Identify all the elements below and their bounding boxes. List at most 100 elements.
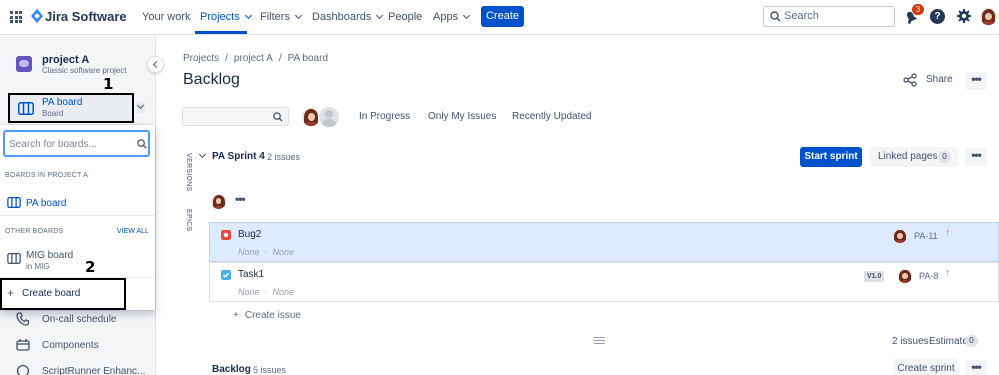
issue-key[interactable]: PA-11 bbox=[914, 231, 938, 241]
nav-filters[interactable]: Filters bbox=[260, 11, 302, 23]
view-all-link[interactable]: VIEW ALL bbox=[117, 228, 149, 235]
global-search[interactable] bbox=[763, 6, 895, 27]
divider bbox=[0, 215, 155, 216]
dropdown-board-pa[interactable] bbox=[0, 195, 155, 213]
issue-assignee-avatar[interactable] bbox=[898, 269, 912, 283]
sidebar-item-label: On-call schedule bbox=[42, 314, 117, 325]
top-navigation: Jira Software Your work Projects Filters… bbox=[0, 0, 999, 35]
linked-pages-button[interactable]: Linked pages 0 bbox=[869, 147, 958, 167]
fix-version-badge: V1.0 bbox=[864, 271, 885, 282]
search-input[interactable] bbox=[784, 9, 889, 23]
nav-dashboards-label: Dashboards bbox=[312, 11, 372, 23]
issue-meta: None · None bbox=[238, 247, 295, 257]
estimate-label: Estimate bbox=[929, 336, 968, 347]
bug-icon bbox=[221, 230, 231, 240]
backlog-section-title: Backlog bbox=[212, 364, 251, 375]
collapse-sidebar-button[interactable] bbox=[147, 56, 164, 73]
sprint-issues-summary: 2 issues bbox=[892, 336, 929, 347]
sidebar-item-components[interactable]: Components bbox=[0, 335, 156, 357]
drag-handle-icon[interactable] bbox=[594, 337, 605, 344]
scriptrunner-icon bbox=[16, 364, 30, 375]
page-title: Backlog bbox=[183, 71, 240, 88]
dropdown-board-pa-label[interactable]: PA board bbox=[26, 198, 66, 209]
help-icon[interactable]: ? bbox=[930, 9, 945, 24]
task-icon bbox=[221, 270, 231, 280]
breadcrumb-board[interactable]: PA board bbox=[288, 53, 328, 64]
issue-epic: None bbox=[238, 247, 260, 257]
sprint-more-actions-button[interactable]: ••• bbox=[965, 148, 987, 166]
section-heading-other-boards: OTHER BOARDS bbox=[5, 228, 64, 235]
create-button[interactable]: Create bbox=[481, 6, 524, 27]
chevron-down-icon bbox=[244, 11, 252, 20]
backlog-issue-count: 5 issues bbox=[253, 365, 287, 375]
estimate-value: 0 bbox=[965, 335, 978, 347]
settings-gear-icon[interactable] bbox=[956, 8, 972, 24]
chevron-down-icon bbox=[376, 11, 384, 20]
current-board-sub: Board bbox=[42, 109, 64, 118]
annotation-label-1: 1 bbox=[103, 75, 114, 93]
chevron-down-icon[interactable] bbox=[198, 150, 207, 159]
breadcrumb-project[interactable]: project A bbox=[234, 53, 273, 64]
sprint-assignee-avatar[interactable] bbox=[211, 194, 226, 209]
profile-avatar[interactable] bbox=[980, 8, 997, 25]
more-actions-button[interactable]: ••• bbox=[965, 72, 987, 90]
breadcrumb-separator: / bbox=[278, 53, 282, 64]
issue-assignee-avatar[interactable] bbox=[893, 229, 907, 243]
project-name[interactable]: project A bbox=[42, 54, 89, 66]
backlog-search-input[interactable] bbox=[187, 110, 267, 122]
create-issue-button[interactable]: + Create issue bbox=[233, 310, 301, 321]
issue-meta: None · None bbox=[238, 287, 295, 297]
unassigned-filter-avatar[interactable] bbox=[318, 106, 340, 128]
phone-icon bbox=[16, 312, 30, 326]
board-search-input[interactable] bbox=[9, 137, 129, 151]
nav-projects[interactable]: Projects bbox=[200, 11, 252, 23]
board-search-field[interactable] bbox=[3, 130, 150, 157]
nav-people[interactable]: People bbox=[388, 11, 422, 23]
board-icon bbox=[7, 253, 21, 264]
backlog-more-actions-button[interactable]: ••• bbox=[965, 360, 987, 375]
issue-key[interactable]: PA-8 bbox=[919, 271, 938, 281]
board-icon bbox=[18, 102, 34, 115]
search-icon bbox=[770, 11, 781, 22]
breadcrumb-projects[interactable]: Projects bbox=[183, 53, 219, 64]
board-dropdown-chevron-icon[interactable] bbox=[137, 101, 145, 113]
issue-version: None bbox=[272, 247, 295, 257]
board-icon bbox=[7, 197, 21, 208]
dropdown-board-mig-label[interactable]: MIG board bbox=[26, 250, 73, 261]
sprint-issue-count: 2 issues bbox=[267, 152, 301, 162]
nav-your-work[interactable]: Your work bbox=[142, 11, 191, 23]
search-icon bbox=[273, 112, 283, 122]
nav-apps-label: Apps bbox=[433, 11, 459, 23]
app-switcher-icon[interactable] bbox=[10, 11, 22, 23]
quick-filter-recently-updated[interactable]: Recently Updated bbox=[512, 111, 592, 122]
quick-filter-in-progress[interactable]: In Progress bbox=[359, 111, 410, 122]
plus-icon: + bbox=[233, 310, 239, 321]
section-heading-project-boards: BOARDS IN PROJECT A bbox=[5, 172, 89, 179]
nav-dashboards[interactable]: Dashboards bbox=[312, 11, 384, 23]
dropdown-board-mig[interactable] bbox=[0, 249, 155, 273]
issue-version: None bbox=[272, 287, 295, 297]
create-sprint-button[interactable]: Create sprint bbox=[893, 359, 959, 375]
product-name[interactable]: Jira Software bbox=[45, 9, 127, 24]
project-type: Classic software project bbox=[42, 66, 127, 75]
sidebar-item-scriptrunner[interactable]: ScriptRunner Enhanc... bbox=[0, 361, 156, 375]
dropdown-board-mig-sub: in MIG bbox=[26, 262, 50, 271]
tab-versions[interactable]: VERSIONS bbox=[185, 153, 192, 192]
tab-epics[interactable]: EPICS bbox=[185, 209, 192, 232]
issue-row-bug2[interactable]: Bug2 None · None PA-11 ↑ bbox=[209, 222, 999, 262]
sprint-name: PA Sprint 4 bbox=[212, 151, 265, 162]
quick-filter-only-my-issues[interactable]: Only My Issues bbox=[428, 111, 496, 122]
jira-logo-icon[interactable] bbox=[31, 9, 43, 23]
sidebar-item-on-call-schedule[interactable]: On-call schedule bbox=[0, 309, 156, 331]
annotation-label-2: 2 bbox=[85, 258, 96, 276]
more-assignees-button[interactable]: ••• bbox=[235, 192, 246, 206]
nav-apps[interactable]: Apps bbox=[433, 11, 471, 23]
issue-row-task1[interactable]: Task1 None · None V1.0 PA-8 ↑ bbox=[209, 262, 999, 302]
backlog-search-field[interactable] bbox=[182, 107, 289, 126]
components-icon bbox=[16, 339, 30, 351]
create-board-button[interactable]: + Create board bbox=[0, 278, 126, 310]
current-board-switcher[interactable]: PA board Board bbox=[8, 93, 134, 123]
current-board-name: PA board bbox=[42, 97, 83, 108]
start-sprint-button[interactable]: Start sprint bbox=[800, 147, 862, 167]
plus-icon: + bbox=[7, 286, 15, 300]
